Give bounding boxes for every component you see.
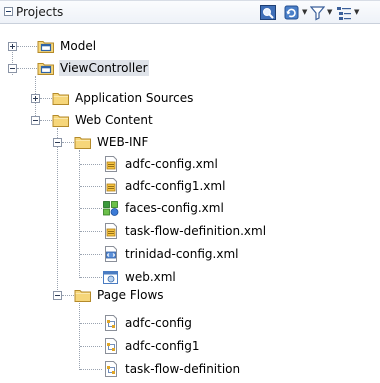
project-tree: Model ViewController Application Sources… xyxy=(0,24,380,383)
panel-title: Projects xyxy=(16,5,64,19)
tree-connector xyxy=(17,68,37,69)
tree-item-label: Model xyxy=(60,39,97,53)
tree-connector xyxy=(57,128,58,290)
minimize-panel-button[interactable] xyxy=(4,7,13,16)
tree-item-viewcontroller[interactable]: ViewController xyxy=(37,57,149,79)
tree-item-label: adfc-config1 xyxy=(125,339,200,353)
tree-connector xyxy=(80,186,102,187)
tree-item-file[interactable]: adfc-config.xml xyxy=(102,153,219,175)
tree-item-model[interactable]: Model xyxy=(37,35,97,57)
tree-connector xyxy=(80,346,102,347)
collapse-page-flows-toggle[interactable] xyxy=(53,291,62,300)
folder-icon xyxy=(52,112,70,128)
tree-connector xyxy=(17,46,37,47)
tree-options-menu-button[interactable]: ▼ xyxy=(336,4,359,21)
tree-connector xyxy=(62,295,74,296)
tree-connector xyxy=(80,277,102,278)
expand-application-sources-toggle[interactable] xyxy=(31,94,40,103)
locate-button[interactable] xyxy=(260,4,277,21)
tree-connector xyxy=(62,142,74,143)
locate-icon xyxy=(260,4,276,20)
tree-item-label: web.xml xyxy=(125,270,176,284)
refresh-menu-button[interactable]: ▼ xyxy=(284,4,307,21)
faces-config-icon xyxy=(102,200,120,216)
tree-connector xyxy=(79,303,80,370)
tree-item-file[interactable]: task-flow-definition.xml xyxy=(102,220,267,242)
tree-connector xyxy=(80,369,102,370)
tree-item-label: faces-config.xml xyxy=(125,201,224,215)
task-flow-icon xyxy=(102,315,120,331)
project-folder-icon xyxy=(37,38,55,54)
tree-item-flow[interactable]: adfc-config1 xyxy=(102,335,200,357)
xml-file-icon xyxy=(102,178,120,194)
tree-item-flow[interactable]: task-flow-definition xyxy=(102,358,241,380)
tree-connector xyxy=(80,231,102,232)
chevron-down-icon: ▼ xyxy=(302,8,308,16)
tree-connector xyxy=(40,120,52,121)
tree-item-label: Web Content xyxy=(75,113,153,127)
collapse-web-content-toggle[interactable] xyxy=(31,116,40,125)
xml-file-icon xyxy=(102,223,120,239)
tree-connector xyxy=(40,98,52,99)
tree-options-icon xyxy=(337,6,351,20)
folder-icon xyxy=(74,134,92,150)
tree-item-label: task-flow-definition xyxy=(125,362,241,376)
folder-icon xyxy=(52,90,70,106)
collapse-web-inf-toggle[interactable] xyxy=(53,138,62,147)
tree-item-application-sources[interactable]: Application Sources xyxy=(52,87,194,109)
tree-item-flow[interactable]: adfc-config xyxy=(102,312,193,334)
chevron-down-icon: ▼ xyxy=(354,8,360,16)
tree-item-label: trinidad-config.xml xyxy=(125,247,239,261)
tree-connector xyxy=(80,254,102,255)
refresh-icon xyxy=(284,5,299,19)
tree-item-file[interactable]: adfc-config1.xml xyxy=(102,175,226,197)
task-flow-icon xyxy=(102,361,120,377)
filter-icon xyxy=(310,5,325,20)
tree-item-label: Application Sources xyxy=(75,91,194,105)
tree-item-label: adfc-config1.xml xyxy=(125,179,226,193)
project-folder-icon xyxy=(37,60,55,76)
trinidad-config-icon xyxy=(102,246,120,262)
tree-item-label: adfc-config xyxy=(125,316,192,330)
xml-file-icon xyxy=(102,156,120,172)
filter-menu-button[interactable]: ▼ xyxy=(310,4,332,21)
tree-item-label: WEB-INF xyxy=(97,135,149,149)
tree-item-label: ViewController xyxy=(59,60,149,76)
panel-header: Projects ▼ ▼ ▼ xyxy=(0,0,380,24)
tree-connector xyxy=(80,164,102,165)
tree-item-web-content[interactable]: Web Content xyxy=(52,109,154,131)
tree-connector xyxy=(80,323,102,324)
tree-item-web-inf[interactable]: WEB-INF xyxy=(74,131,149,153)
tree-item-label: Page Flows xyxy=(97,288,164,302)
tree-item-file[interactable]: trinidad-config.xml xyxy=(102,243,240,265)
expand-model-toggle[interactable] xyxy=(8,42,17,51)
tree-item-page-flows[interactable]: Page Flows xyxy=(74,284,165,306)
tree-item-label: adfc-config.xml xyxy=(125,157,218,171)
web-xml-icon xyxy=(102,269,120,285)
collapse-viewcontroller-toggle[interactable] xyxy=(8,64,17,73)
tree-connector xyxy=(80,208,102,209)
tree-item-file[interactable]: faces-config.xml xyxy=(102,197,225,219)
chevron-down-icon: ▼ xyxy=(327,8,333,16)
tree-connector xyxy=(79,150,80,278)
projects-panel: Projects ▼ ▼ ▼ Model ViewController Appl… xyxy=(0,0,380,383)
tree-item-label: task-flow-definition.xml xyxy=(125,224,267,238)
folder-icon xyxy=(74,287,92,303)
task-flow-icon xyxy=(102,338,120,354)
